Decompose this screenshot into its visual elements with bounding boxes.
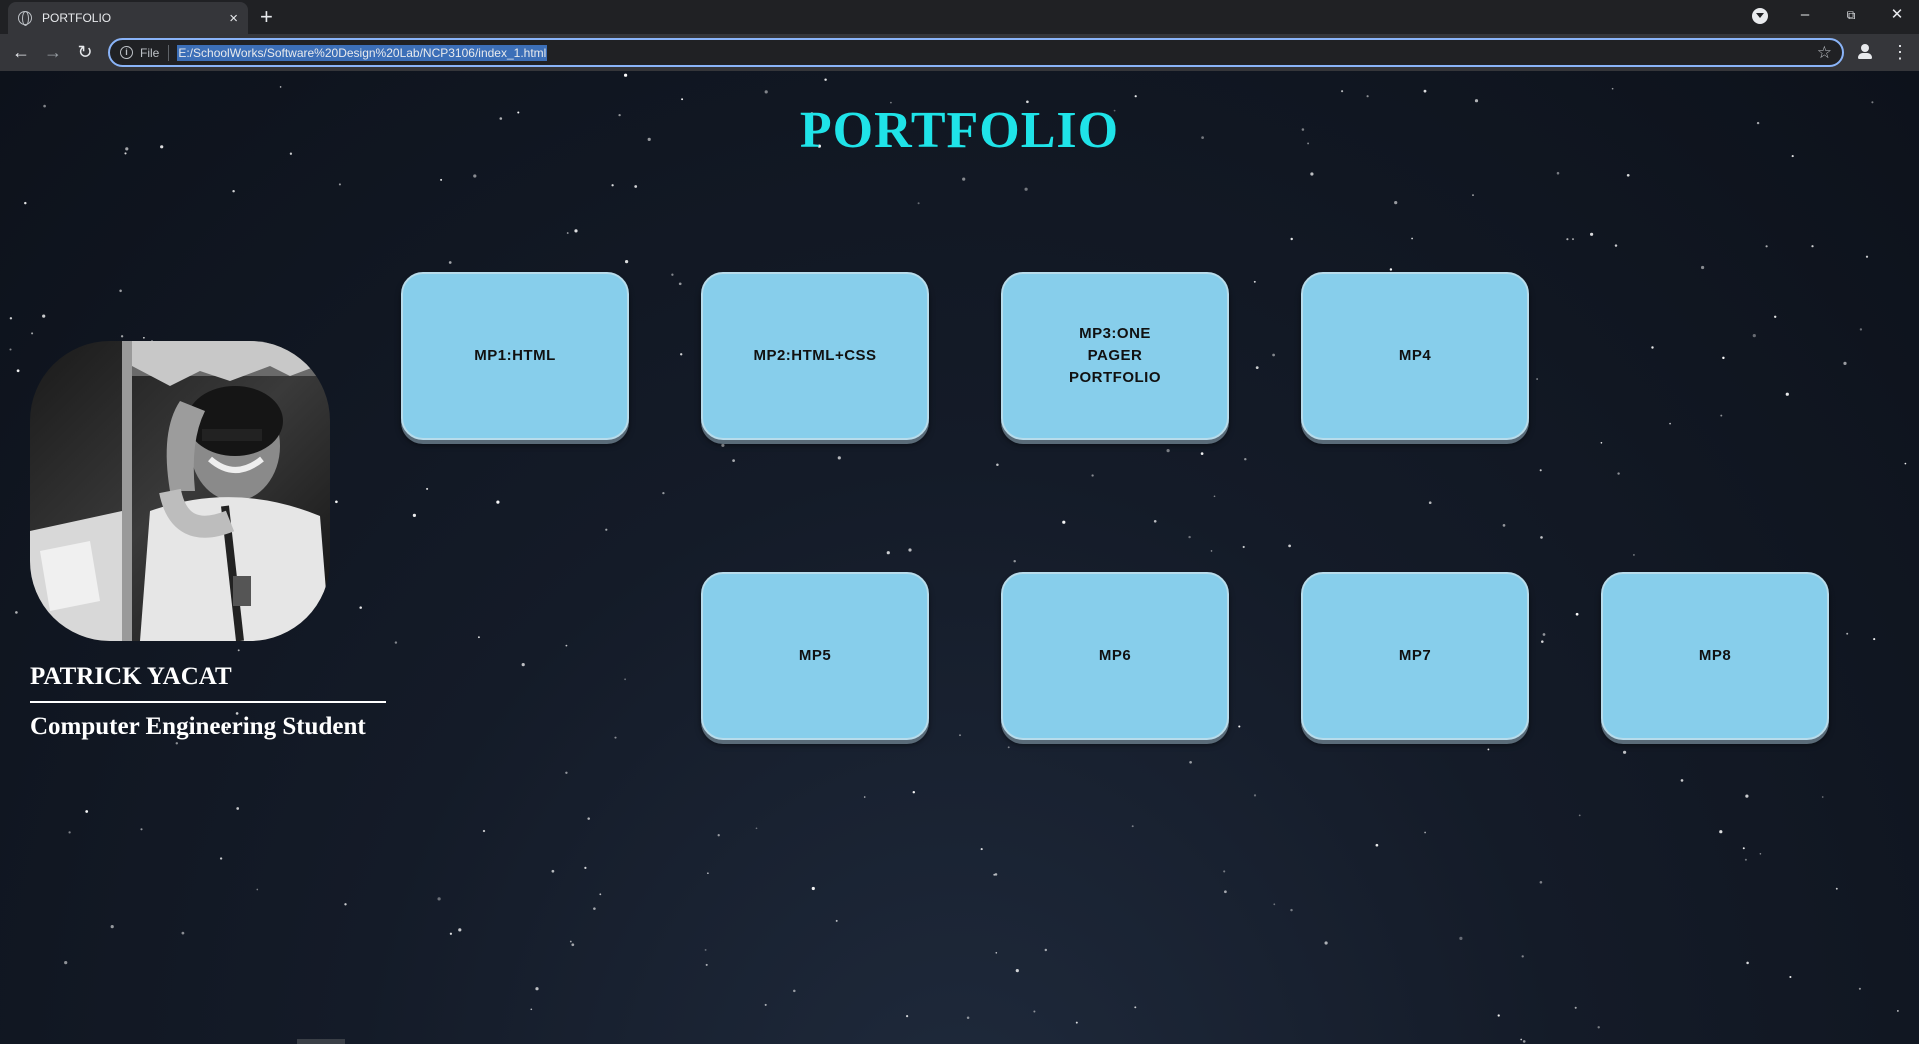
plus-icon[interactable]: +: [260, 4, 273, 30]
reload-icon[interactable]: ↻: [71, 38, 99, 66]
window-close-icon[interactable]: ✕: [1882, 2, 1912, 28]
browser-toolbar: ← → ↻ i File E:/SchoolWorks/Software%20D…: [0, 34, 1919, 71]
star-icon[interactable]: ☆: [1817, 42, 1832, 64]
page-title: PORTFOLIO: [799, 102, 1120, 159]
profile-card: PATRICK YACAT Computer Engineering Stude…: [30, 341, 390, 741]
globe-icon: [18, 11, 32, 26]
mp2-label: MP2:HTML+CSS: [753, 347, 877, 364]
mp7-button[interactable]: MP7: [1301, 572, 1529, 740]
minimize-icon[interactable]: –: [1790, 2, 1820, 28]
url-scheme: File: [140, 45, 160, 60]
restore-icon[interactable]: ⧉: [1836, 2, 1866, 28]
forward-icon[interactable]: →: [39, 38, 67, 66]
url-text[interactable]: E:/SchoolWorks/Software%20Design%20Lab/N…: [177, 44, 548, 61]
mp1-label: MP1:HTML: [474, 347, 556, 364]
mp8-button[interactable]: MP8: [1601, 572, 1829, 740]
mp1-button[interactable]: MP1:HTML: [401, 272, 629, 440]
close-icon[interactable]: ×: [229, 11, 238, 26]
mp3-button[interactable]: MP3:ONE PAGER PORTFOLIO: [1001, 272, 1229, 440]
mp6-button[interactable]: MP6: [1001, 572, 1229, 740]
back-icon[interactable]: ←: [7, 38, 35, 66]
profile-name: PATRICK YACAT: [30, 663, 232, 690]
mp8-label: MP8: [1698, 647, 1732, 664]
address-bar[interactable]: i File E:/SchoolWorks/Software%20Design%…: [108, 38, 1844, 67]
profile-photo: [30, 341, 330, 641]
mp5-label: MP5: [798, 647, 832, 664]
tab-search-icon[interactable]: [1752, 8, 1768, 24]
mp4-button[interactable]: MP4: [1301, 272, 1529, 440]
browser-tab-strip: PORTFOLIO × + – ⧉ ✕: [0, 0, 1919, 34]
page-viewport: PORTFOLIO PATRICK YACAT Computer Enginee…: [0, 71, 1919, 1044]
menu-icon[interactable]: ⋮: [1891, 38, 1909, 66]
mp6-label: MP6: [1098, 647, 1132, 664]
mp3-label: MP3:ONE PAGER PORTFOLIO: [1069, 325, 1161, 386]
profile-icon[interactable]: [1855, 42, 1875, 62]
profile-divider: [30, 701, 386, 703]
mp4-label: MP4: [1398, 347, 1432, 364]
browser-tab[interactable]: PORTFOLIO ×: [8, 2, 248, 34]
profile-role: Computer Engineering Student: [30, 713, 366, 740]
address-divider: [168, 44, 170, 61]
mp7-label: MP7: [1398, 647, 1432, 664]
info-icon[interactable]: i: [120, 46, 133, 59]
horizontal-scrollbar[interactable]: [297, 1039, 345, 1044]
mp2-button[interactable]: MP2:HTML+CSS: [701, 272, 929, 440]
tab-title: PORTFOLIO: [42, 11, 112, 25]
mp5-button[interactable]: MP5: [701, 572, 929, 740]
